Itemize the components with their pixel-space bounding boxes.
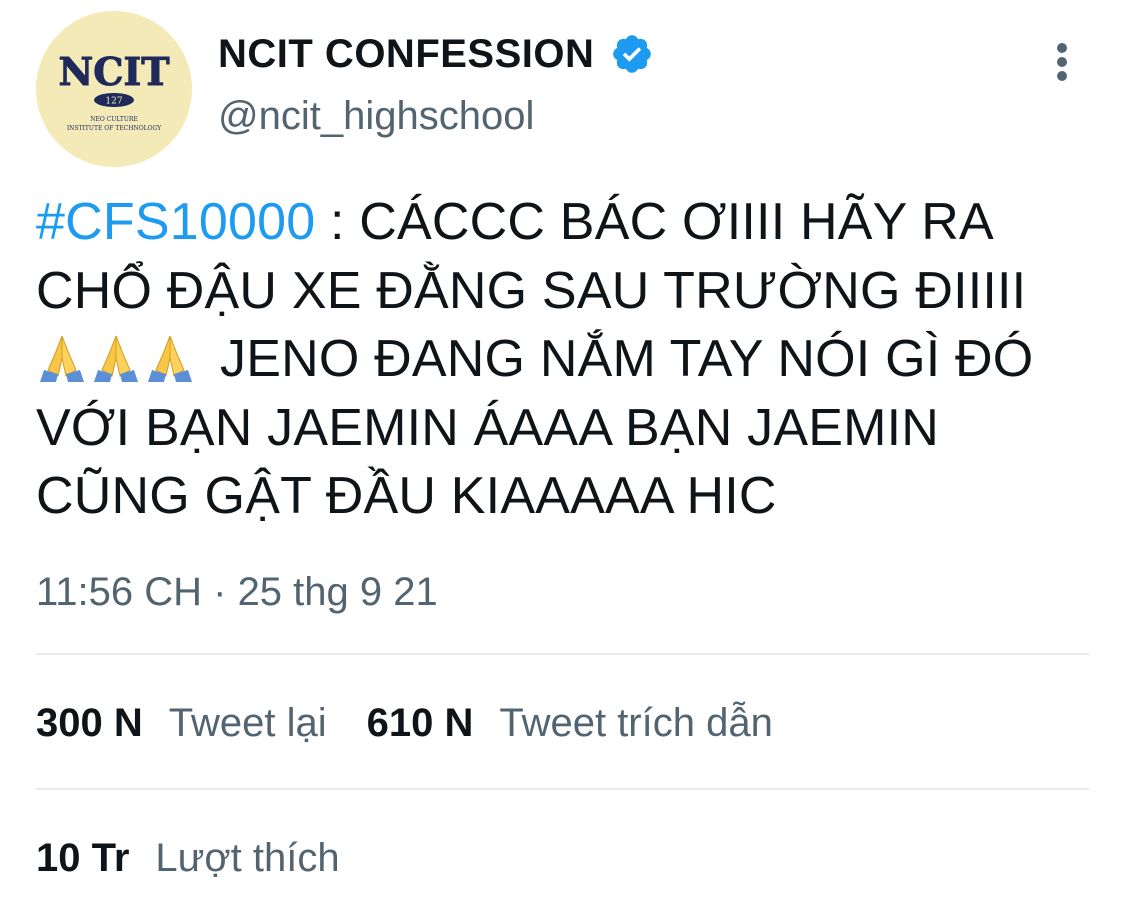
quote-tweets-count: 610 N xyxy=(366,700,474,745)
retweets-stat[interactable]: 300 N Tweet lại xyxy=(36,701,327,746)
retweets-label: Tweet lại xyxy=(168,700,327,745)
tweet-timestamp[interactable]: 11:56 CH · 25 thg 9 21 xyxy=(36,570,438,615)
more-options-button[interactable] xyxy=(1040,38,1084,86)
avatar[interactable]: NCIT 127 NEO CULTURE INSTITUTE OF TECHNO… xyxy=(36,11,192,167)
likes-stats: 10 Tr Lượt thích xyxy=(36,830,340,886)
logo-badge-number: 127 xyxy=(105,97,122,107)
likes-count: 10 Tr xyxy=(36,835,130,880)
retweets-count: 300 N xyxy=(36,700,143,745)
tweet-detail: NCIT 127 NEO CULTURE INSTITUTE OF TECHNO… xyxy=(0,0,1125,905)
folded-hands-emoji-icon xyxy=(148,335,192,382)
author-handle[interactable]: @ncit_highschool xyxy=(218,94,534,139)
quote-tweets-stat[interactable]: 610 N Tweet trích dẫn xyxy=(367,701,773,746)
folded-hands-emoji-icon xyxy=(40,335,84,382)
folded-hands-emoji-icon xyxy=(94,335,138,382)
engagement-stats: 300 N Tweet lại 610 N Tweet trích dẫn xyxy=(36,695,773,751)
logo-line2: INSTITUTE OF TECHNOLOGY xyxy=(67,125,162,132)
likes-label: Lượt thích xyxy=(155,835,340,880)
tweet-text: #CFS10000 : CÁCCC BÁC ƠIIII HÃY RA CHỔ Đ… xyxy=(36,188,1091,531)
divider-top xyxy=(36,653,1089,655)
likes-stat[interactable]: 10 Tr Lượt thích xyxy=(36,836,340,881)
ncit-logo: NCIT 127 NEO CULTURE INSTITUTE OF TECHNO… xyxy=(36,11,192,167)
hashtag-link[interactable]: #CFS10000 xyxy=(36,193,315,251)
quote-tweets-label: Tweet trích dẫn xyxy=(499,700,773,745)
logo-text: NCIT xyxy=(58,49,169,94)
logo-line1: NEO CULTURE xyxy=(90,116,138,123)
author-display-name[interactable]: NCIT CONFESSION xyxy=(218,32,594,77)
emoji-group xyxy=(36,330,196,382)
divider-middle xyxy=(36,788,1089,790)
author-name-row: NCIT CONFESSION xyxy=(218,28,654,80)
more-vertical-icon xyxy=(1057,43,1067,81)
verified-badge-icon xyxy=(613,35,652,73)
